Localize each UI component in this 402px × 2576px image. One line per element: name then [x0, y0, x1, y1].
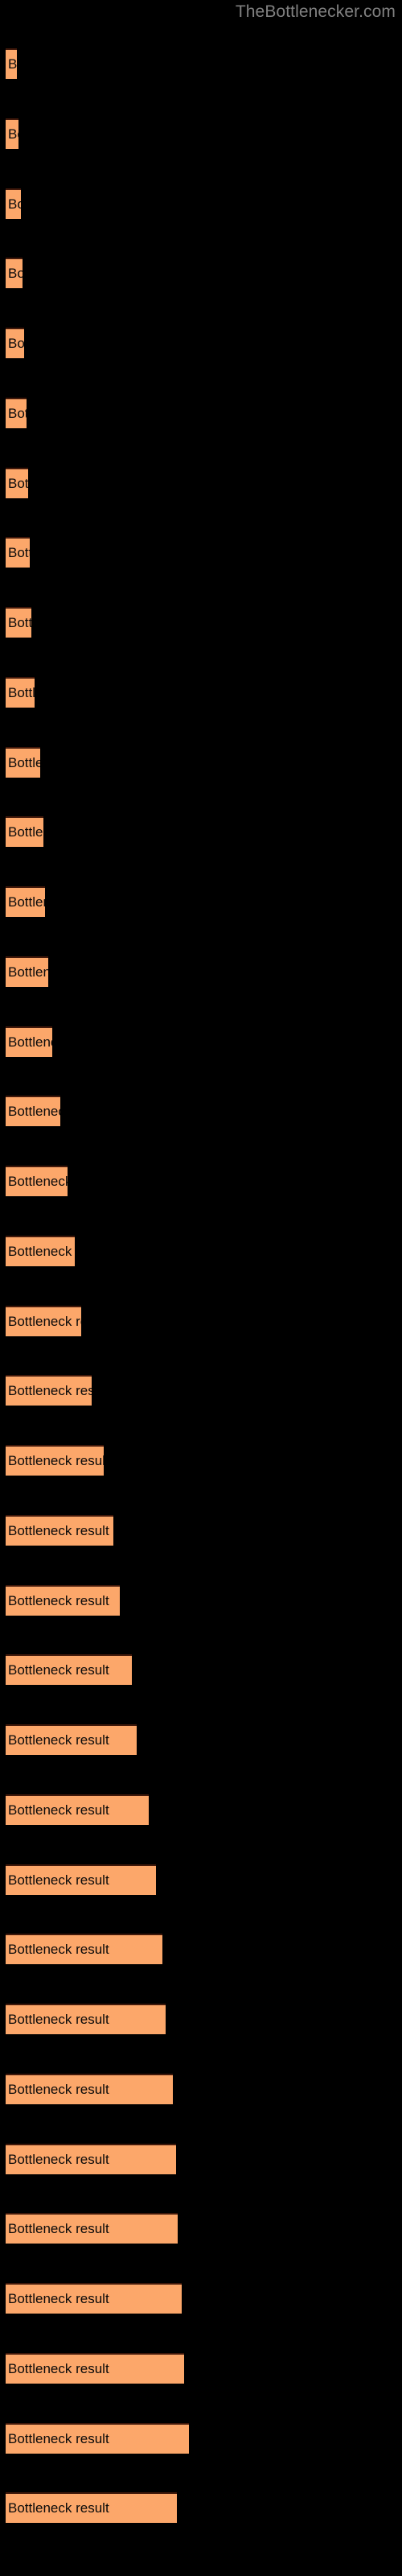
bar-label: Bottleneck result: [8, 1872, 109, 1888]
bar[interactable]: Bottleneck result: [6, 1096, 60, 1126]
bar[interactable]: Bottleneck result: [6, 1515, 113, 1546]
bar-label: Bottleneck result: [8, 2082, 109, 2097]
bar-label: Bottleneck result: [8, 1523, 109, 1538]
bar[interactable]: Bottleneck result: [6, 2144, 176, 2174]
bar-label: Bottleneck result: [8, 406, 27, 421]
bar-label: Bottleneck result: [8, 476, 28, 491]
bar[interactable]: Bottleneck result: [6, 2492, 177, 2523]
bar[interactable]: Bottleneck result: [6, 2283, 182, 2314]
bar-label: Bottleneck result: [8, 126, 18, 142]
bar-label: Bottleneck result: [8, 964, 48, 980]
bar-label: Bottleneck result: [8, 2221, 109, 2236]
bar[interactable]: Bottleneck result: [6, 2353, 184, 2384]
bar[interactable]: Bottleneck result: [6, 537, 30, 568]
bar-label: Bottleneck result: [8, 2152, 109, 2167]
bar-label: Bottleneck result: [8, 894, 45, 910]
bar-label: Bottleneck result: [8, 755, 40, 770]
bar[interactable]: Bottleneck result: [6, 886, 45, 917]
bar-label: Bottleneck result: [8, 1732, 109, 1748]
bar-label: Bottleneck result: [8, 266, 23, 281]
bar-label: Bottleneck result: [8, 56, 17, 72]
bar[interactable]: Bottleneck result: [6, 747, 40, 778]
bar-label: Bottleneck result: [8, 2012, 109, 2027]
bar-label: Bottleneck result: [8, 1942, 109, 1957]
bar[interactable]: Bottleneck result: [6, 1445, 104, 1476]
bar-label: Bottleneck result: [8, 2431, 109, 2446]
bar-label: Bottleneck result: [8, 1034, 52, 1050]
bar[interactable]: Bottleneck result: [6, 1934, 162, 1964]
bar[interactable]: Bottleneck result: [6, 816, 43, 847]
bars-layer: Bottleneck result Bottleneck result Bottle…: [0, 0, 402, 2576]
bar-label: Bottleneck result: [8, 685, 35, 700]
bar-label: Bottleneck result: [8, 615, 31, 630]
bar-label: Bottleneck result: [8, 1104, 60, 1119]
bar[interactable]: Bottleneck result: [6, 328, 24, 358]
bar[interactable]: Bottleneck result: [6, 2213, 178, 2244]
bar-label: Bottleneck result: [8, 824, 43, 840]
bar[interactable]: Bottleneck result: [6, 48, 17, 79]
bar-label: Bottleneck result: [8, 2291, 109, 2306]
bar-label: Bottleneck result: [8, 1662, 109, 1678]
bar-label: Bottleneck result: [8, 196, 21, 212]
bar-label: Bottleneck result: [8, 545, 30, 560]
bar[interactable]: Bottleneck result: [6, 1654, 132, 1685]
bar[interactable]: Bottleneck result: [6, 188, 21, 219]
bar[interactable]: Bottleneck result: [6, 1794, 149, 1825]
bar-label: Bottleneck result: [8, 336, 24, 351]
bar[interactable]: Bottleneck result: [6, 1236, 75, 1266]
bar-label: Bottleneck result: [8, 1383, 92, 1398]
bar[interactable]: Bottleneck result: [6, 1375, 92, 1406]
bar[interactable]: Bottleneck result: [6, 1306, 81, 1336]
bar-label: Bottleneck result: [8, 1244, 75, 1259]
bar-label: Bottleneck result: [8, 2361, 109, 2376]
bar-label: Bottleneck result: [8, 1174, 68, 1189]
bar[interactable]: Bottleneck result: [6, 956, 48, 987]
bar-chart: TheBottlenecker.com Bottleneck resultBot…: [0, 0, 402, 2576]
bar-label: Bottleneck result: [8, 1453, 104, 1468]
bar[interactable]: Bottleneck result: [6, 1585, 120, 1616]
bar-label: Bottleneck result: [8, 1802, 109, 1818]
bar[interactable]: Bottleneck result: [6, 398, 27, 428]
bar[interactable]: Bottleneck result: [6, 607, 31, 638]
bar[interactable]: Bottleneck result: [6, 1724, 137, 1755]
bar[interactable]: Bottleneck result: [6, 2074, 173, 2104]
bar-label: Bottleneck result: [8, 1314, 81, 1329]
bar[interactable]: Bottleneck result: [6, 468, 28, 498]
bar[interactable]: Bottleneck result: [6, 118, 18, 149]
bar[interactable]: Bottleneck result: [6, 2423, 189, 2454]
bar-label: Bottleneck result: [8, 1593, 109, 1608]
bar[interactable]: Bottleneck result: [6, 1026, 52, 1057]
bar[interactable]: Bottleneck result: [6, 1166, 68, 1196]
bar[interactable]: Bottleneck result: [6, 1864, 156, 1895]
bar[interactable]: Bottleneck result: [6, 677, 35, 708]
bar-label: Bottleneck result: [8, 2500, 109, 2516]
bar[interactable]: Bottleneck result: [6, 2004, 166, 2034]
bar[interactable]: Bottleneck result: [6, 258, 23, 288]
